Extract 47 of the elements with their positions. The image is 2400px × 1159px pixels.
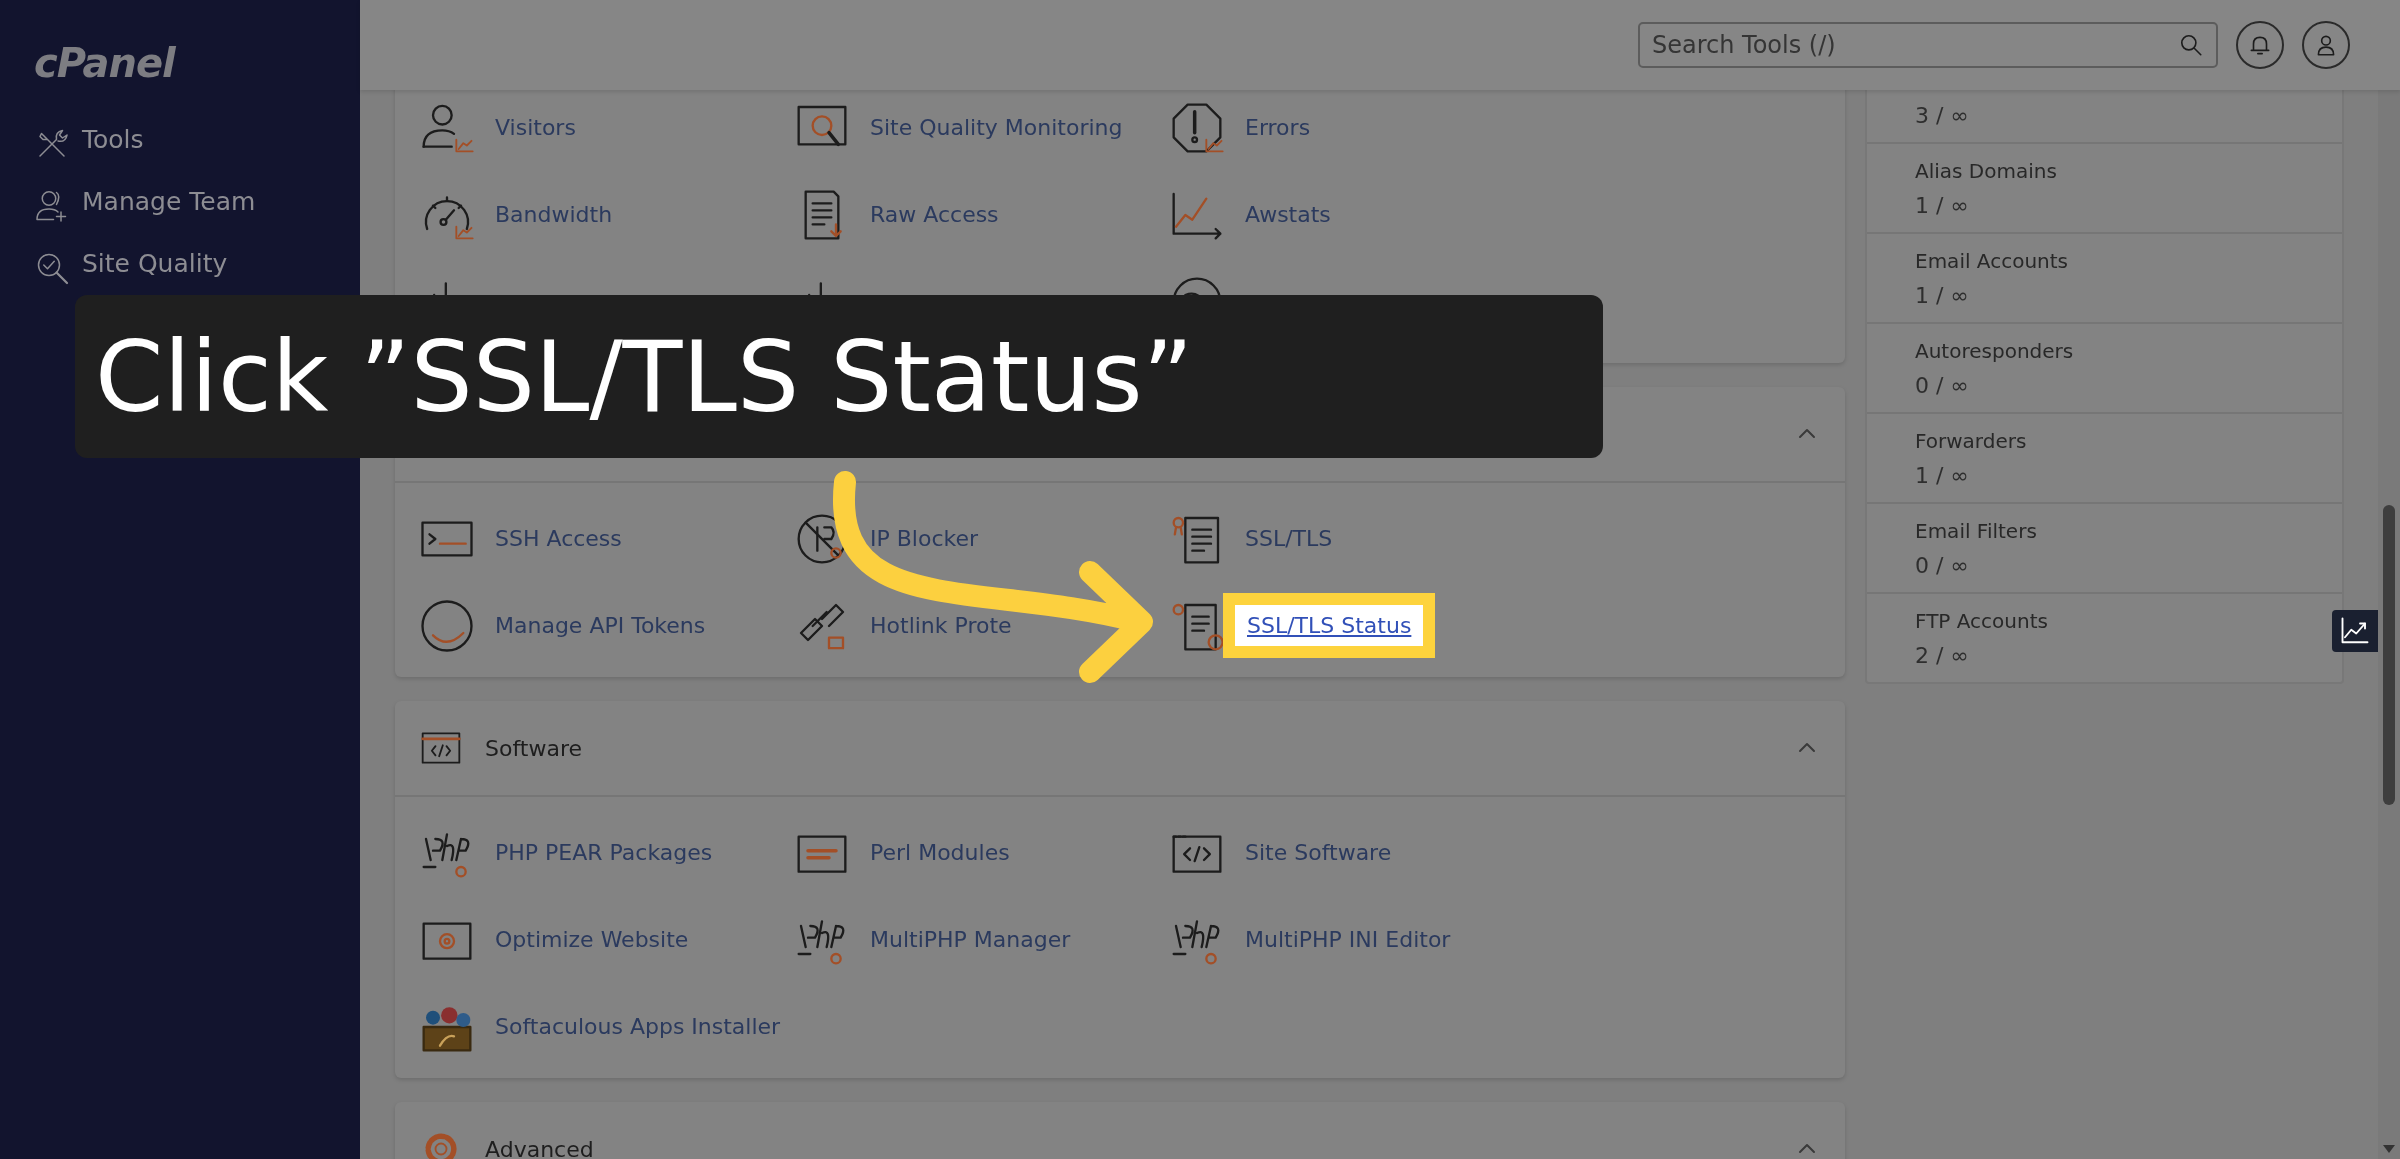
tool-link[interactable]: Errors [1245,115,1311,140]
stat-value: 0 / ∞ [1915,552,1970,578]
tool-link[interactable]: Hotlink Prote [870,613,1012,638]
tool-link[interactable]: Raw Access [870,202,999,227]
stat-value: 3 / ∞ [1915,102,1970,128]
stat-value: 2 / ∞ [1915,642,1970,668]
ring-icon [419,597,475,654]
tool-link[interactable]: Visitors [495,115,576,140]
stat-label: Email Filters [1915,518,2038,543]
search-field[interactable]: Search Tools (/) [1638,22,2218,68]
stat-value: 1 / ∞ [1915,462,1970,488]
tool-link[interactable]: Site Quality Monitoring [870,115,1123,140]
stat-value: 0 / ∞ [1915,372,1970,398]
chart-button[interactable] [2332,610,2378,652]
tool-link[interactable]: IP Blocker [870,526,979,551]
tool-link[interactable]: Awstats [1245,202,1331,227]
stat-value: 1 / ∞ [1915,282,1970,308]
tool-link[interactable]: SSL/TLS Status [1223,593,1436,658]
tool-link[interactable]: Manage API Tokens [495,613,706,638]
tool-link[interactable]: MultiPHP Manager [870,927,1071,952]
stat-label: Alias Domains [1915,158,2058,183]
sidebar-item[interactable]: Site Quality [34,250,228,286]
logo[interactable]: cPanel [34,40,175,86]
tool-link[interactable]: SSH Access [495,526,622,551]
tool-link[interactable]: Perl Modules [870,840,1010,865]
line-chart-icon [2340,616,2370,646]
stat-label: FTP Accounts [1915,608,2049,633]
tool-link[interactable]: Softaculous Apps Installer [495,1014,781,1039]
sidebar-item[interactable]: Manage Team [34,188,256,224]
section-title: Software [485,735,582,761]
section-title: Advanced [485,1136,594,1159]
stat-label: Email Accounts [1915,248,2070,273]
tool-link[interactable]: Bandwidth [495,202,613,227]
scrollbar[interactable] [2378,90,2400,1159]
user-button[interactable] [2302,21,2350,69]
search-icon [2178,32,2204,58]
tutorial-caption: Click ”SSL/TLS Status” [75,295,1603,458]
stat-value: 1 / ∞ [1915,192,1970,218]
tool-link[interactable]: MultiPHP INI Editor [1245,927,1451,952]
tool-link[interactable]: Site Software [1245,840,1392,865]
tool-link[interactable]: SSL/TLS [1245,526,1333,551]
sidebar-item[interactable]: Tools [34,126,144,162]
stat-label: Forwarders [1915,428,2028,453]
stat-label: Autoresponders [1915,338,2075,363]
tool-link[interactable]: PHP PEAR Packages [495,840,713,865]
notifications-button[interactable] [2236,21,2284,69]
tool-link[interactable]: Optimize Website [495,927,689,952]
